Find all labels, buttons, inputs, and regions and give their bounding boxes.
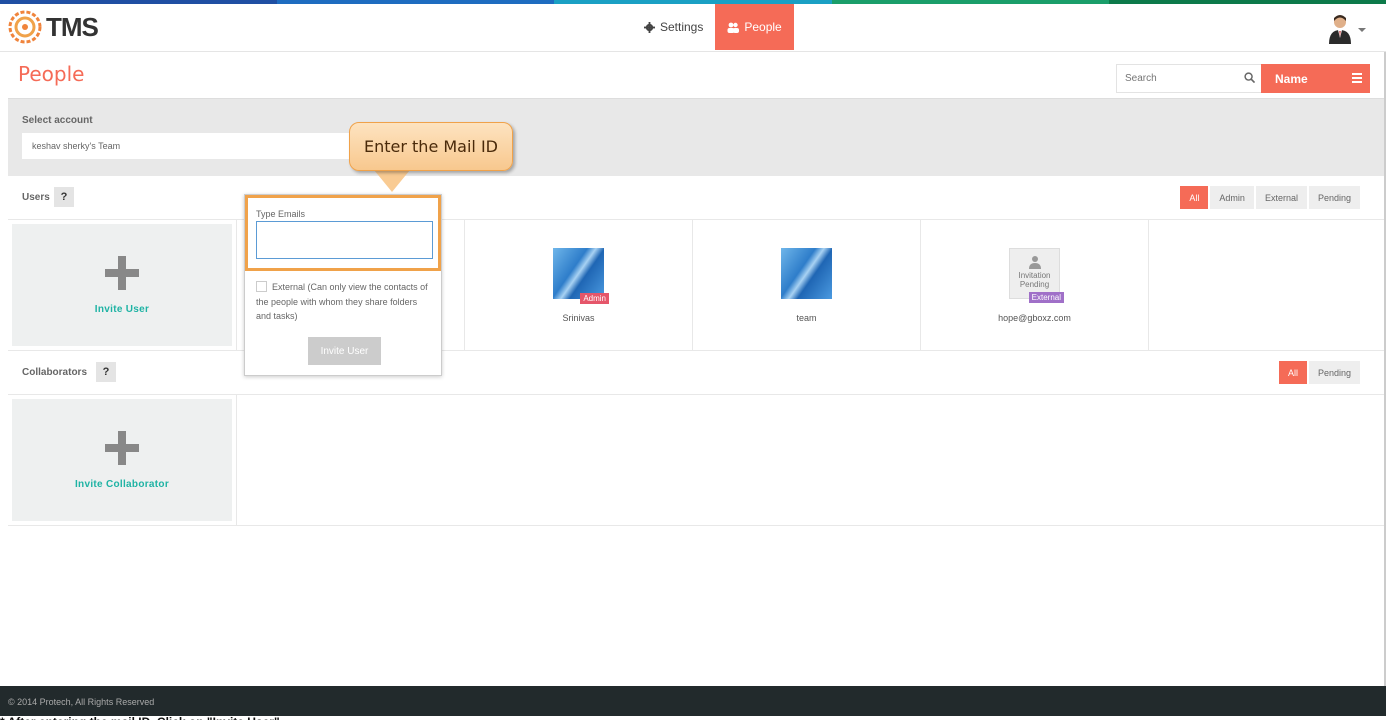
callout-pointer — [374, 170, 410, 192]
nav-settings-label: Settings — [660, 20, 704, 34]
email-input[interactable] — [256, 221, 433, 259]
logo[interactable]: TMS — [8, 10, 99, 44]
invite-user-button[interactable]: Invite User — [308, 337, 381, 365]
people-icon — [727, 22, 740, 33]
users-filters: All Admin External Pending — [1180, 186, 1360, 209]
user-name: hope@gboxz.com — [998, 313, 1071, 323]
filter-all[interactable]: All — [1180, 186, 1209, 209]
divider — [236, 220, 237, 350]
footer: © 2014 Protech, All Rights Reserved — [0, 686, 1386, 716]
account-label: Select account — [22, 115, 93, 126]
page-titlebar: People Name — [8, 52, 1384, 99]
instruction-callout: Enter the Mail ID — [349, 122, 513, 171]
nav-people-label: People — [744, 20, 782, 34]
main-nav: Settings People — [632, 4, 794, 50]
invite-collaborator-card[interactable]: Invite Collaborator — [12, 399, 232, 521]
divider — [1148, 220, 1149, 350]
user-card-hope[interactable]: Invitation Pending External hope@gboxz.c… — [920, 220, 1148, 350]
invite-collaborator-label: Invite Collaborator — [74, 479, 170, 490]
users-header: Users ? All Admin External Pending — [8, 176, 1384, 220]
divider — [8, 525, 1384, 526]
divider — [236, 395, 237, 525]
collaborators-label: Collaborators — [22, 367, 88, 378]
user-card-srinivas[interactable]: Admin Srinivas — [464, 220, 692, 350]
sort-label: Name — [1275, 71, 1308, 86]
logo-text: TMS — [46, 11, 99, 42]
invitation-pending-text: Invitation Pending — [1018, 271, 1051, 289]
external-checkbox[interactable] — [256, 281, 267, 292]
admin-badge: Admin — [580, 293, 609, 304]
user-avatar — [781, 248, 832, 299]
search-box — [1116, 64, 1262, 93]
filter-admin[interactable]: Admin — [1210, 186, 1254, 209]
user-name: Srinivas — [562, 313, 595, 323]
type-emails-label: Type Emails — [256, 209, 306, 219]
user-avatar: Admin — [553, 248, 609, 304]
chevron-down-icon[interactable] — [1358, 28, 1366, 32]
users-label: Users — [22, 192, 50, 203]
invite-user-popup: Type Emails External (Can only view the … — [244, 194, 442, 376]
user-avatar-icon[interactable] — [1328, 14, 1352, 44]
external-description: External (Can only view the contacts of … — [256, 282, 428, 321]
menu-icon — [1352, 73, 1362, 85]
account-panel: Select account keshav sherky's Team — [8, 99, 1384, 176]
filter-external[interactable]: External — [1255, 186, 1307, 209]
search-input[interactable] — [1117, 65, 1227, 92]
user-name: team — [796, 313, 817, 323]
nav-settings[interactable]: Settings — [632, 4, 715, 50]
nav-people[interactable]: People — [715, 4, 794, 50]
pending-avatar: Invitation Pending External — [1009, 248, 1064, 303]
collaborators-filters: All Pending — [1278, 361, 1360, 384]
search-icon[interactable] — [1244, 72, 1255, 83]
user-card-team[interactable]: team — [692, 220, 920, 350]
logo-icon — [8, 10, 42, 44]
footnote: * After entering the mail ID, Click on "… — [0, 716, 1386, 720]
collaborators-header: Collaborators ? All Pending — [8, 351, 1384, 395]
gear-icon — [644, 21, 655, 33]
external-badge: External — [1028, 292, 1064, 303]
filter-all[interactable]: All — [1278, 361, 1307, 384]
sort-name-button[interactable]: Name — [1261, 64, 1370, 93]
filter-pending[interactable]: Pending — [1308, 186, 1360, 209]
users-help-button[interactable]: ? — [54, 187, 74, 207]
invite-user-card[interactable]: Invite User — [12, 224, 232, 346]
filter-pending[interactable]: Pending — [1308, 361, 1360, 384]
page-title: People — [18, 62, 85, 86]
person-icon — [1028, 256, 1041, 269]
plus-icon — [105, 431, 139, 465]
collaborators-help-button[interactable]: ? — [96, 362, 116, 382]
account-select[interactable]: keshav sherky's Team — [22, 133, 352, 159]
app-header: TMS Settings People — [0, 4, 1386, 52]
plus-icon — [105, 256, 139, 290]
invite-user-label: Invite User — [94, 304, 150, 315]
